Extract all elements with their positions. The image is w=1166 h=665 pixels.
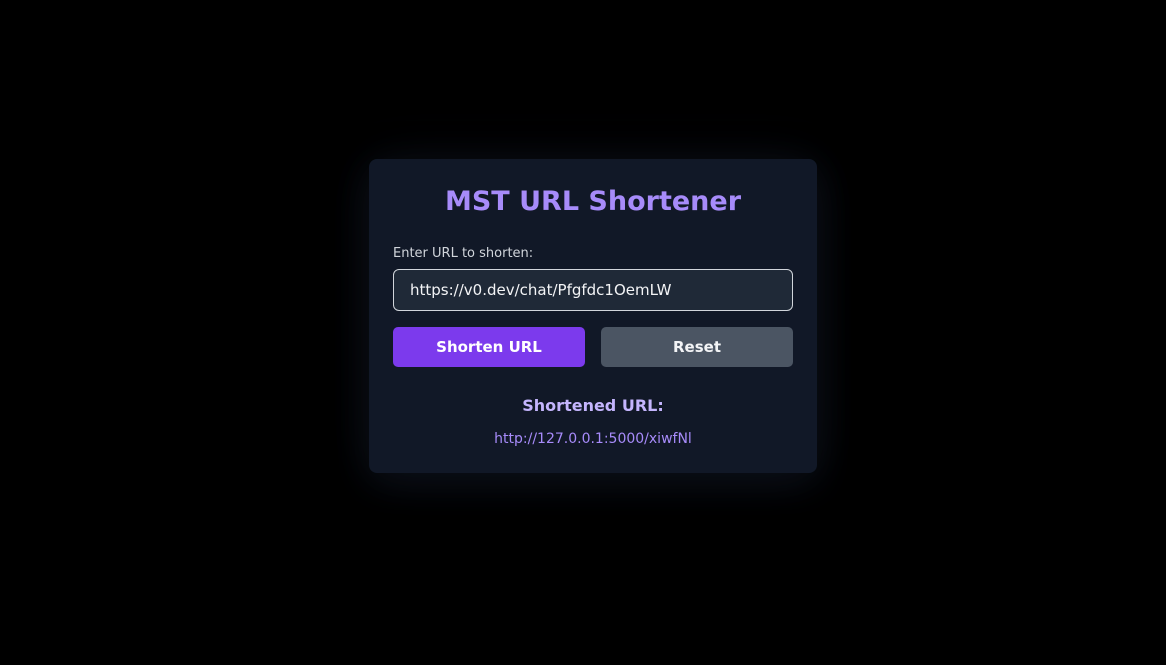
shortener-card: MST URL Shortener Enter URL to shorten: … (369, 159, 817, 473)
url-input[interactable] (393, 269, 793, 311)
button-row: Shorten URL Reset (393, 327, 793, 367)
reset-button[interactable]: Reset (601, 327, 793, 367)
url-field-label: Enter URL to shorten: (393, 246, 534, 261)
shorten-url-button[interactable]: Shorten URL (393, 327, 585, 367)
shortened-url-heading: Shortened URL: (522, 396, 664, 415)
shortened-url-link[interactable]: http://127.0.0.1:5000/xiwfNl (393, 429, 793, 449)
app-title: MST URL Shortener (444, 186, 742, 217)
page: MST URL Shortener Enter URL to shorten: … (0, 0, 1166, 665)
